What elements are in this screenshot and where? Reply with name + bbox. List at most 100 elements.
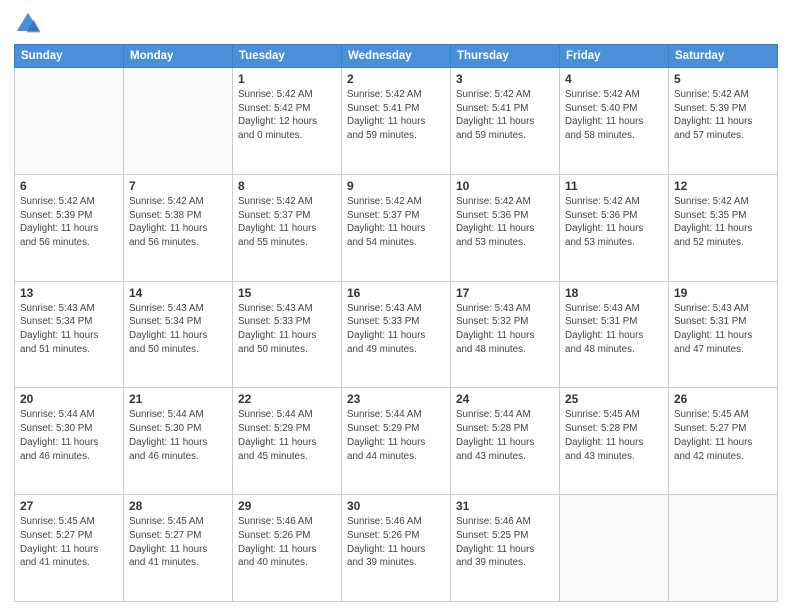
calendar-cell: 12Sunrise: 5:42 AMSunset: 5:35 PMDayligh… [669,174,778,281]
day-number: 21 [129,392,227,406]
calendar-cell [669,495,778,602]
calendar-cell: 27 Sunrise: 5:45 AMSunset: 5:27 PMDayligh… [15,495,124,602]
calendar-cell: 26 Sunrise: 5:45 AMSunset: 5:27 PMDayligh… [669,388,778,495]
day-number: 28 [129,499,227,513]
weekday-header: Monday [124,45,233,68]
day-number: 30 [347,499,445,513]
day-detail: Sunrise: 5:43 AMSunset: 5:33 PMDaylight:… [347,302,445,357]
day-number: 11 [565,179,663,193]
day-number: 23 [347,392,445,406]
logo [14,10,46,38]
weekday-header: Saturday [669,45,778,68]
day-number: 25 [565,392,663,406]
calendar-cell: 6Sunrise: 5:42 AMSunset: 5:39 PMDaylight… [15,174,124,281]
day-number: 13 [20,286,118,300]
calendar-cell: 3 Sunrise: 5:42 AMSunset: 5:41 PMDaylight… [451,68,560,175]
day-number: 19 [674,286,772,300]
day-number: 27 [20,499,118,513]
day-detail: Sunrise: 5:45 AMSunset: 5:28 PMDaylight:… [565,408,663,463]
day-detail: Sunrise: 5:42 AMSunset: 5:42 PMDaylight:… [238,88,336,143]
day-number: 18 [565,286,663,300]
day-number: 8 [238,179,336,193]
day-detail: Sunrise: 5:42 AMSunset: 5:36 PMDaylight:… [456,195,554,250]
weekday-header: Tuesday [233,45,342,68]
day-detail: Sunrise: 5:46 AMSunset: 5:25 PMDaylight:… [456,515,554,570]
calendar-header-row: SundayMondayTuesdayWednesdayThursdayFrid… [15,45,778,68]
day-detail: Sunrise: 5:44 AMSunset: 5:30 PMDaylight:… [20,408,118,463]
calendar-cell: 10 Sunrise: 5:42 AMSunset: 5:36 PMDayligh… [451,174,560,281]
day-detail: Sunrise: 5:42 AMSunset: 5:37 PMDaylight:… [238,195,336,250]
day-detail: Sunrise: 5:42 AMSunset: 5:35 PMDaylight:… [674,195,772,250]
day-number: 2 [347,72,445,86]
calendar-cell: 15 Sunrise: 5:43 AMSunset: 5:33 PMDayligh… [233,281,342,388]
day-detail: Sunrise: 5:42 AMSunset: 5:36 PMDaylight:… [565,195,663,250]
calendar-cell: 28 Sunrise: 5:45 AMSunset: 5:27 PMDayligh… [124,495,233,602]
calendar-week-row: 27 Sunrise: 5:45 AMSunset: 5:27 PMDayligh… [15,495,778,602]
day-detail: Sunrise: 5:45 AMSunset: 5:27 PMDaylight:… [129,515,227,570]
day-detail: Sunrise: 5:43 AMSunset: 5:33 PMDaylight:… [238,302,336,357]
calendar-cell: 14 Sunrise: 5:43 AMSunset: 5:34 PMDayligh… [124,281,233,388]
day-detail: Sunrise: 5:43 AMSunset: 5:34 PMDaylight:… [129,302,227,357]
day-number: 3 [456,72,554,86]
day-detail: Sunrise: 5:43 AMSunset: 5:31 PMDaylight:… [565,302,663,357]
day-number: 10 [456,179,554,193]
day-number: 4 [565,72,663,86]
day-number: 16 [347,286,445,300]
day-detail: Sunrise: 5:44 AMSunset: 5:29 PMDaylight:… [347,408,445,463]
calendar-cell: 11 Sunrise: 5:42 AMSunset: 5:36 PMDayligh… [560,174,669,281]
day-number: 17 [456,286,554,300]
calendar-cell: 21 Sunrise: 5:44 AMSunset: 5:30 PMDayligh… [124,388,233,495]
calendar-cell: 13 Sunrise: 5:43 AMSunset: 5:34 PMDayligh… [15,281,124,388]
calendar-cell: 17 Sunrise: 5:43 AMSunset: 5:32 PMDayligh… [451,281,560,388]
day-detail: Sunrise: 5:42 AMSunset: 5:41 PMDaylight:… [456,88,554,143]
day-number: 14 [129,286,227,300]
calendar-cell: 23 Sunrise: 5:44 AMSunset: 5:29 PMDayligh… [342,388,451,495]
day-detail: Sunrise: 5:42 AMSunset: 5:37 PMDaylight:… [347,195,445,250]
calendar-cell: 8 Sunrise: 5:42 AMSunset: 5:37 PMDaylight… [233,174,342,281]
day-number: 22 [238,392,336,406]
calendar-cell: 1 Sunrise: 5:42 AMSunset: 5:42 PMDaylight… [233,68,342,175]
calendar-cell: 19 Sunrise: 5:43 AMSunset: 5:31 PMDayligh… [669,281,778,388]
day-detail: Sunrise: 5:42 AMSunset: 5:39 PMDaylight:… [674,88,772,143]
day-detail: Sunrise: 5:44 AMSunset: 5:29 PMDaylight:… [238,408,336,463]
day-number: 7 [129,179,227,193]
day-number: 20 [20,392,118,406]
page: SundayMondayTuesdayWednesdayThursdayFrid… [0,0,792,612]
calendar-week-row: 6Sunrise: 5:42 AMSunset: 5:39 PMDaylight… [15,174,778,281]
calendar-cell: 7 Sunrise: 5:42 AMSunset: 5:38 PMDaylight… [124,174,233,281]
calendar-cell: 29Sunrise: 5:46 AMSunset: 5:26 PMDayligh… [233,495,342,602]
day-number: 15 [238,286,336,300]
calendar-cell: 4Sunrise: 5:42 AMSunset: 5:40 PMDaylight… [560,68,669,175]
day-detail: Sunrise: 5:43 AMSunset: 5:32 PMDaylight:… [456,302,554,357]
calendar-cell: 22 Sunrise: 5:44 AMSunset: 5:29 PMDayligh… [233,388,342,495]
calendar-cell: 25 Sunrise: 5:45 AMSunset: 5:28 PMDayligh… [560,388,669,495]
day-detail: Sunrise: 5:42 AMSunset: 5:38 PMDaylight:… [129,195,227,250]
calendar-cell: 24Sunrise: 5:44 AMSunset: 5:28 PMDayligh… [451,388,560,495]
calendar-cell: 20 Sunrise: 5:44 AMSunset: 5:30 PMDayligh… [15,388,124,495]
calendar-week-row: 20 Sunrise: 5:44 AMSunset: 5:30 PMDayligh… [15,388,778,495]
day-detail: Sunrise: 5:45 AMSunset: 5:27 PMDaylight:… [20,515,118,570]
calendar-week-row: 13 Sunrise: 5:43 AMSunset: 5:34 PMDayligh… [15,281,778,388]
calendar-cell [124,68,233,175]
calendar-table: SundayMondayTuesdayWednesdayThursdayFrid… [14,44,778,602]
day-detail: Sunrise: 5:46 AMSunset: 5:26 PMDaylight:… [238,515,336,570]
day-detail: Sunrise: 5:43 AMSunset: 5:34 PMDaylight:… [20,302,118,357]
calendar-cell: 9Sunrise: 5:42 AMSunset: 5:37 PMDaylight… [342,174,451,281]
day-number: 5 [674,72,772,86]
day-detail: Sunrise: 5:45 AMSunset: 5:27 PMDaylight:… [674,408,772,463]
day-number: 31 [456,499,554,513]
weekday-header: Wednesday [342,45,451,68]
weekday-header: Sunday [15,45,124,68]
day-detail: Sunrise: 5:42 AMSunset: 5:39 PMDaylight:… [20,195,118,250]
calendar-cell: 31 Sunrise: 5:46 AMSunset: 5:25 PMDayligh… [451,495,560,602]
day-number: 1 [238,72,336,86]
weekday-header: Friday [560,45,669,68]
day-detail: Sunrise: 5:44 AMSunset: 5:30 PMDaylight:… [129,408,227,463]
day-number: 24 [456,392,554,406]
day-detail: Sunrise: 5:46 AMSunset: 5:26 PMDaylight:… [347,515,445,570]
day-detail: Sunrise: 5:43 AMSunset: 5:31 PMDaylight:… [674,302,772,357]
day-number: 26 [674,392,772,406]
calendar-cell: 18 Sunrise: 5:43 AMSunset: 5:31 PMDayligh… [560,281,669,388]
calendar-cell [15,68,124,175]
calendar-cell [560,495,669,602]
